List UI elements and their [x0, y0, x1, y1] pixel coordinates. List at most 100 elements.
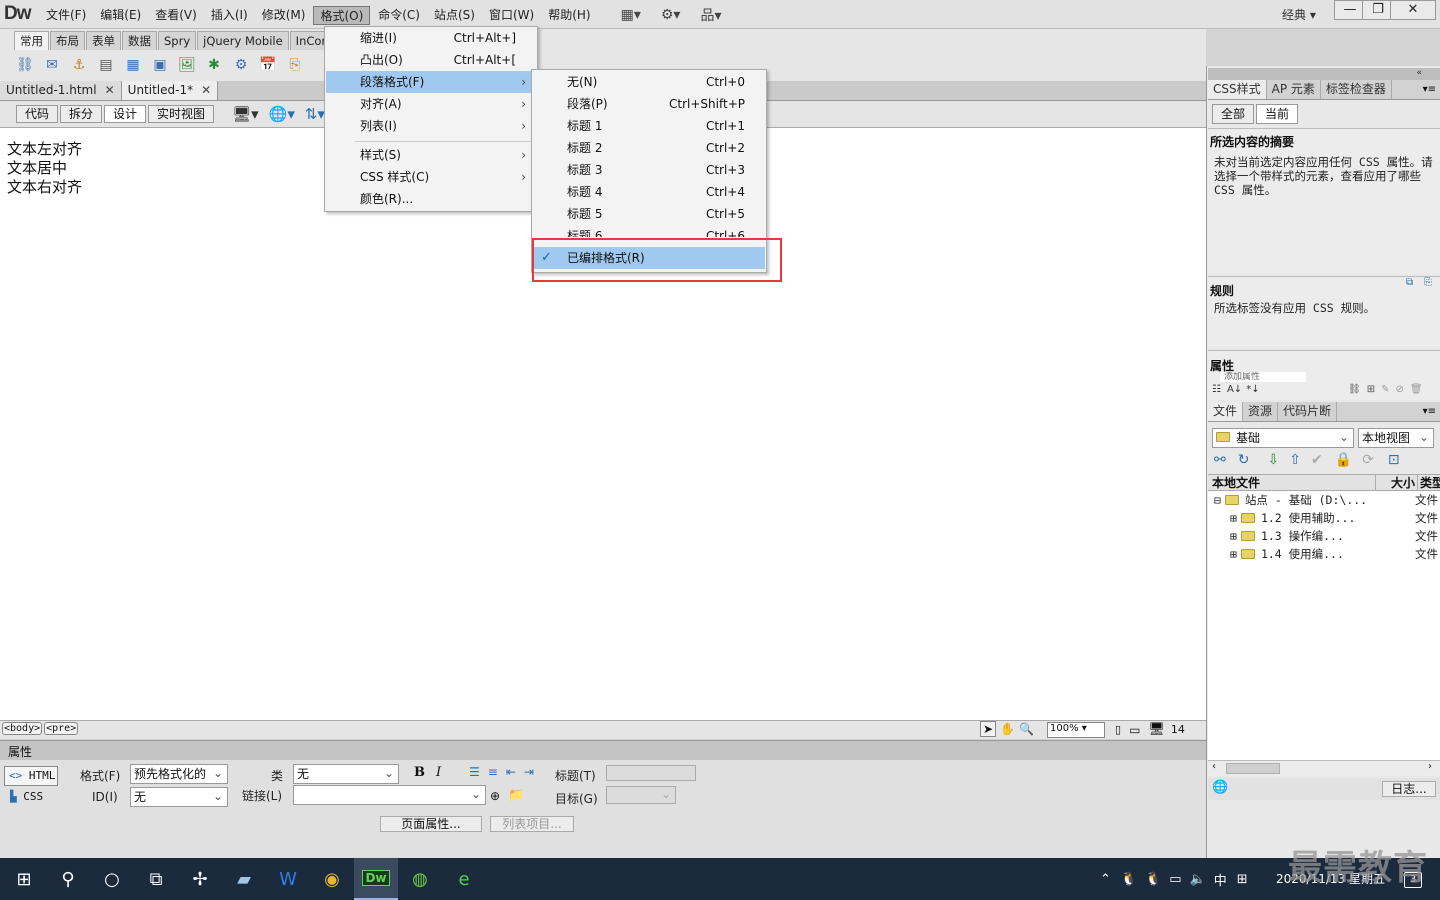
- qq-icon[interactable]: 🐧: [1121, 872, 1137, 887]
- ime-indicator[interactable]: 中: [1214, 870, 1227, 889]
- indent-icon[interactable]: ⇥: [524, 765, 534, 779]
- task-view-icon[interactable]: ⧉: [134, 858, 178, 900]
- submenu-item-heading-5[interactable]: 标题 5 Ctrl+5: [533, 203, 765, 225]
- submenu-item-heading-2[interactable]: 标题 2 Ctrl+2: [533, 137, 765, 159]
- set-properties-icon[interactable]: *↓: [1246, 384, 1259, 395]
- tree-item[interactable]: ⊞ 1.2 使用辅助... 文件: [1208, 509, 1440, 527]
- bold-button[interactable]: B: [414, 765, 425, 780]
- submenu-item-none[interactable]: 无(N) Ctrl+0: [533, 71, 765, 93]
- menu-window[interactable]: 窗口(W): [483, 6, 540, 25]
- pinwheel-app-icon[interactable]: ✢: [178, 858, 222, 900]
- code-view-button[interactable]: 代码: [16, 105, 59, 123]
- menu-item-css-styles[interactable]: CSS 样式(C) ›: [326, 166, 536, 188]
- zoom-select[interactable]: 100% ▾: [1047, 722, 1105, 738]
- menu-modify[interactable]: 修改(M): [256, 6, 312, 25]
- close-icon[interactable]: ✕: [201, 83, 211, 97]
- panel-menu-icon[interactable]: ▾≡: [1423, 84, 1436, 95]
- link-input[interactable]: [293, 785, 486, 805]
- new-rule-icon[interactable]: ⊞: [1367, 384, 1375, 395]
- css-current-button[interactable]: 当前: [1256, 104, 1299, 124]
- pointer-icon[interactable]: ➤: [980, 721, 997, 737]
- text-line[interactable]: 文本居中: [7, 159, 82, 178]
- site-select[interactable]: 基础: [1212, 428, 1354, 448]
- menu-format[interactable]: 格式(O): [313, 5, 371, 25]
- insert-tab-data[interactable]: 数据: [122, 30, 157, 50]
- browser-preview-icon[interactable]: 🌐▾: [269, 105, 295, 123]
- tablet-size-icon[interactable]: ▭: [1129, 723, 1140, 737]
- id-select[interactable]: 无: [130, 787, 228, 807]
- disable-icon[interactable]: ⊘: [1395, 384, 1403, 395]
- insert-tab-forms[interactable]: 表单: [86, 30, 121, 50]
- menu-item-indent[interactable]: 缩进(I) Ctrl+Alt+]: [326, 27, 536, 49]
- doc-tab-active[interactable]: Untitled-1* ✕: [121, 81, 219, 100]
- table-icon[interactable]: ▦: [122, 54, 144, 76]
- text-line[interactable]: 文本右对齐: [7, 178, 82, 197]
- col-name[interactable]: 本地文件: [1208, 474, 1376, 491]
- globe-icon[interactable]: 🌐: [1212, 780, 1228, 795]
- keyboard-icon[interactable]: ⊞: [1237, 872, 1248, 887]
- multiscreen-icon[interactable]: 🖥▾: [232, 105, 259, 123]
- template-icon[interactable]: ⎘: [284, 54, 306, 76]
- close-button[interactable]: ✕: [1390, 0, 1436, 20]
- menu-view[interactable]: 查看(V): [149, 6, 203, 25]
- menu-item-list[interactable]: 列表(I) ›: [326, 115, 536, 137]
- scroll-right-icon[interactable]: ›: [1428, 761, 1432, 772]
- date-icon[interactable]: 📅: [257, 54, 279, 76]
- wps-app-icon[interactable]: W: [266, 858, 310, 900]
- live-view-button[interactable]: 实时视图: [148, 105, 215, 123]
- anchor-icon[interactable]: ⚓: [68, 54, 90, 76]
- menu-help[interactable]: 帮助(H): [542, 6, 596, 25]
- layout-icon[interactable]: ▦▾: [621, 7, 641, 23]
- scroll-left-icon[interactable]: ‹: [1212, 761, 1216, 772]
- tree-item[interactable]: ⊞ 1.4 使用编... 文件: [1208, 545, 1440, 563]
- menu-file[interactable]: 文件(F): [40, 6, 92, 25]
- point-to-file-icon[interactable]: ⊕: [490, 789, 500, 803]
- tab-files[interactable]: 文件: [1208, 402, 1244, 421]
- attach-stylesheet-icon[interactable]: ⛓: [1348, 384, 1361, 395]
- list-view-icon[interactable]: A↓: [1227, 384, 1242, 395]
- tag-body[interactable]: <body>: [2, 722, 43, 735]
- insert-tab-layout[interactable]: 布局: [50, 30, 85, 50]
- submenu-item-heading-3[interactable]: 标题 3 Ctrl+3: [533, 159, 765, 181]
- collapse-icon[interactable]: ⊟: [1214, 493, 1221, 507]
- log-button[interactable]: 日志...: [1382, 781, 1436, 797]
- hand-icon[interactable]: ✋: [1000, 722, 1015, 736]
- css-all-button[interactable]: 全部: [1212, 104, 1255, 124]
- browser-app-icon[interactable]: e: [442, 858, 486, 900]
- image-icon[interactable]: 🖼: [176, 54, 198, 76]
- list-item-button[interactable]: 列表项目...: [490, 816, 574, 832]
- menu-commands[interactable]: 命令(C): [372, 6, 426, 25]
- insert-tab-spry[interactable]: Spry: [158, 30, 197, 50]
- italic-button[interactable]: I: [436, 765, 441, 780]
- panel-menu-icon[interactable]: ▾≡: [1423, 406, 1436, 417]
- site-icon[interactable]: 品▾: [700, 5, 721, 25]
- desktop-size-icon[interactable]: 🖥: [1148, 722, 1165, 737]
- tag-pre[interactable]: <pre>: [44, 722, 79, 735]
- html-mode-button[interactable]: <> HTML: [4, 766, 58, 786]
- design-view-button[interactable]: 设计: [104, 105, 147, 123]
- expand-icon[interactable]: ⊡: [1388, 452, 1400, 468]
- about-icon[interactable]: ⎘: [1424, 277, 1432, 288]
- submenu-item-heading-6[interactable]: 标题 6 Ctrl+6: [533, 225, 765, 237]
- notes-app-icon[interactable]: ▰: [222, 858, 266, 900]
- text-line[interactable]: 文本左对齐: [7, 140, 82, 159]
- tab-tag-inspector[interactable]: 标签检查器: [1321, 80, 1392, 99]
- trash-icon[interactable]: 🗑: [1410, 384, 1423, 395]
- menu-insert[interactable]: 插入(I): [205, 6, 254, 25]
- css-mode-button[interactable]: ▙ CSS: [10, 790, 43, 803]
- cascade-icon[interactable]: ⧉: [1406, 277, 1413, 288]
- workspace-switcher[interactable]: 经典 ▾: [1282, 6, 1316, 23]
- widget-icon[interactable]: ⚙: [230, 54, 252, 76]
- tab-assets[interactable]: 资源: [1243, 402, 1279, 421]
- format-select[interactable]: 预先格式化的: [130, 764, 228, 784]
- expand-icon[interactable]: ⊞: [1230, 529, 1237, 543]
- email-link-icon[interactable]: ✉: [41, 54, 63, 76]
- menu-edit[interactable]: 编辑(E): [94, 6, 147, 25]
- search-icon[interactable]: ⚲: [46, 858, 90, 900]
- tab-css-styles[interactable]: CSS样式: [1208, 80, 1267, 99]
- add-property-link[interactable]: 添加属性: [1220, 372, 1306, 382]
- qq-icon[interactable]: 🐧: [1145, 872, 1161, 887]
- unordered-list-icon[interactable]: ☰: [469, 765, 480, 779]
- insert-tab-common[interactable]: 常用: [14, 30, 49, 50]
- chrome-icon[interactable]: ◉: [310, 858, 354, 900]
